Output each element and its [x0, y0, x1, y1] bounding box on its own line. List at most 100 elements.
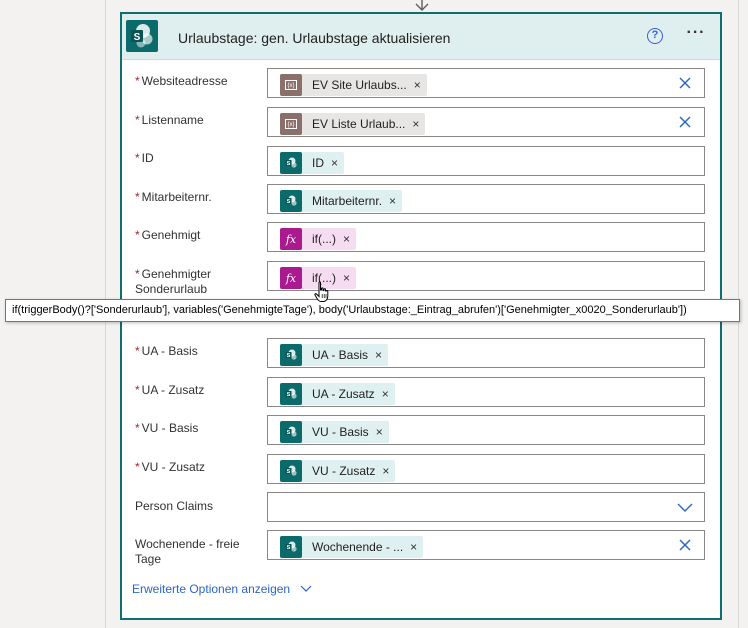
hand-cursor-icon: [314, 281, 329, 302]
svg-text:{x}: {x}: [287, 83, 294, 89]
field-label: * UA - Zusatz: [135, 383, 265, 398]
token-label: VU - Basis: [312, 425, 369, 439]
field-input[interactable]: {x} EV Liste Urlaub... ×: [267, 107, 705, 137]
chevron-down-icon: [300, 585, 312, 592]
dynamic-content-token[interactable]: S VU - Basis ×: [280, 421, 389, 443]
dynamic-content-token[interactable]: S UA - Basis ×: [280, 344, 389, 366]
required-asterisk: *: [135, 228, 140, 242]
remove-token-icon[interactable]: ×: [376, 425, 383, 439]
field-label-text: Person Claims: [135, 499, 214, 513]
sharepoint-icon: S: [280, 152, 302, 174]
field-label-text: VU - Zusatz: [141, 460, 206, 474]
dynamic-content-token[interactable]: S Wochenende - ... ×: [280, 536, 424, 558]
field-input[interactable]: S Mitarbeiternr. ×: [267, 184, 705, 214]
field-input[interactable]: fx if(...) ×: [267, 222, 705, 252]
field-label-text: UA - Zusatz: [141, 383, 205, 397]
required-asterisk: *: [135, 74, 140, 88]
dynamic-content-token[interactable]: S ID ×: [280, 152, 345, 174]
field-label-text: VU - Basis: [141, 421, 199, 435]
token-label: UA - Zusatz: [312, 387, 375, 401]
remove-token-icon[interactable]: ×: [414, 78, 421, 92]
expression-fx-icon: fx: [280, 267, 302, 289]
sharepoint-icon: S: [280, 190, 302, 212]
remove-token-icon[interactable]: ×: [382, 464, 389, 478]
dynamic-content-token[interactable]: S Mitarbeiternr. ×: [280, 190, 403, 212]
help-icon[interactable]: ?: [647, 28, 663, 44]
token-label: UA - Basis: [312, 348, 369, 362]
field-label: * Genehmigter Sonderurlaub: [135, 267, 265, 297]
svg-text:S: S: [287, 353, 291, 359]
remove-token-icon[interactable]: ×: [389, 194, 396, 208]
field-input[interactable]: {x} EV Site Urlaubs... ×: [267, 68, 705, 98]
required-asterisk: *: [135, 190, 140, 204]
field-input[interactable]: [267, 492, 705, 522]
field-label: * UA - Basis: [135, 344, 265, 359]
dynamic-content-token[interactable]: fx if(...) ×: [280, 228, 357, 250]
required-asterisk: *: [135, 421, 140, 435]
required-asterisk: *: [135, 151, 140, 165]
advanced-options-link[interactable]: Erweiterte Optionen anzeigen: [132, 582, 312, 596]
expression-tooltip: if(triggerBody()?['Sonderurlaub'], varia…: [5, 299, 740, 322]
more-options-icon[interactable]: ···: [684, 25, 708, 44]
clear-field-icon[interactable]: [678, 115, 692, 129]
clear-field-icon[interactable]: [678, 76, 692, 90]
field-input[interactable]: S VU - Zusatz ×: [267, 454, 705, 484]
field-input[interactable]: S ID ×: [267, 146, 705, 176]
field-input[interactable]: S VU - Basis ×: [267, 415, 705, 445]
svg-text:S: S: [287, 469, 291, 475]
field-label: Person Claims: [135, 499, 265, 514]
field-label-text: Wochenende - freie Tage: [135, 537, 240, 566]
field-label: * Listenname: [135, 113, 265, 128]
variable-icon: {x}: [280, 113, 302, 135]
field-input[interactable]: S UA - Basis ×: [267, 338, 705, 368]
remove-token-icon[interactable]: ×: [410, 540, 417, 554]
required-asterisk: *: [135, 344, 140, 358]
svg-text:S: S: [287, 199, 291, 205]
field-label: * VU - Basis: [135, 421, 265, 436]
svg-text:{x}: {x}: [287, 122, 294, 128]
dynamic-content-token[interactable]: {x} EV Site Urlaubs... ×: [280, 74, 427, 96]
svg-text:S: S: [287, 161, 291, 167]
sharepoint-icon: S: [280, 536, 302, 558]
sharepoint-icon: S: [280, 460, 302, 482]
field-input[interactable]: fx if(...) ×: [267, 261, 705, 291]
token-label: VU - Zusatz: [312, 464, 376, 478]
token-label: Wochenende - ...: [312, 540, 404, 554]
remove-token-icon[interactable]: ×: [375, 348, 382, 362]
remove-token-icon[interactable]: ×: [382, 387, 389, 401]
required-asterisk: *: [135, 383, 140, 397]
connector-arrow-icon: [415, 0, 429, 11]
chevron-down-icon[interactable]: [677, 503, 693, 513]
field-label-text: Genehmigt: [141, 228, 201, 242]
token-label: EV Site Urlaubs...: [312, 78, 407, 92]
field-label-text: Genehmigter Sonderurlaub: [135, 267, 212, 296]
svg-text:S: S: [134, 32, 141, 43]
field-label: * Genehmigt: [135, 228, 265, 243]
field-input[interactable]: S UA - Zusatz ×: [267, 377, 705, 407]
sharepoint-icon: S: [280, 421, 302, 443]
remove-token-icon[interactable]: ×: [412, 117, 419, 131]
remove-token-icon[interactable]: ×: [343, 232, 350, 246]
required-asterisk: *: [135, 113, 140, 127]
card-header[interactable]: S Urlaubstage: gen. Urlaubstage aktualis…: [122, 14, 720, 60]
token-label: ID: [312, 156, 324, 170]
dynamic-content-token[interactable]: S VU - Zusatz ×: [280, 460, 396, 482]
required-asterisk: *: [135, 460, 140, 474]
sharepoint-logo-icon: S: [126, 20, 158, 52]
required-asterisk: *: [135, 267, 140, 281]
field-label-text: UA - Basis: [141, 344, 198, 358]
token-label: Mitarbeiternr.: [312, 194, 383, 208]
remove-token-icon[interactable]: ×: [343, 271, 350, 285]
svg-text:S: S: [287, 392, 291, 398]
field-label: Wochenende - freie Tage: [135, 537, 265, 567]
field-label-text: Websiteadresse: [141, 74, 228, 88]
remove-token-icon[interactable]: ×: [331, 156, 338, 170]
field-label: * ID: [135, 151, 265, 166]
field-label: * Websiteadresse: [135, 74, 265, 89]
field-label-text: Mitarbeiternr.: [141, 190, 212, 204]
dynamic-content-token[interactable]: {x} EV Liste Urlaub... ×: [280, 113, 426, 135]
field-input[interactable]: S Wochenende - ... ×: [267, 530, 705, 560]
svg-text:S: S: [287, 545, 291, 551]
dynamic-content-token[interactable]: S UA - Zusatz ×: [280, 383, 395, 405]
clear-field-icon[interactable]: [678, 538, 692, 552]
